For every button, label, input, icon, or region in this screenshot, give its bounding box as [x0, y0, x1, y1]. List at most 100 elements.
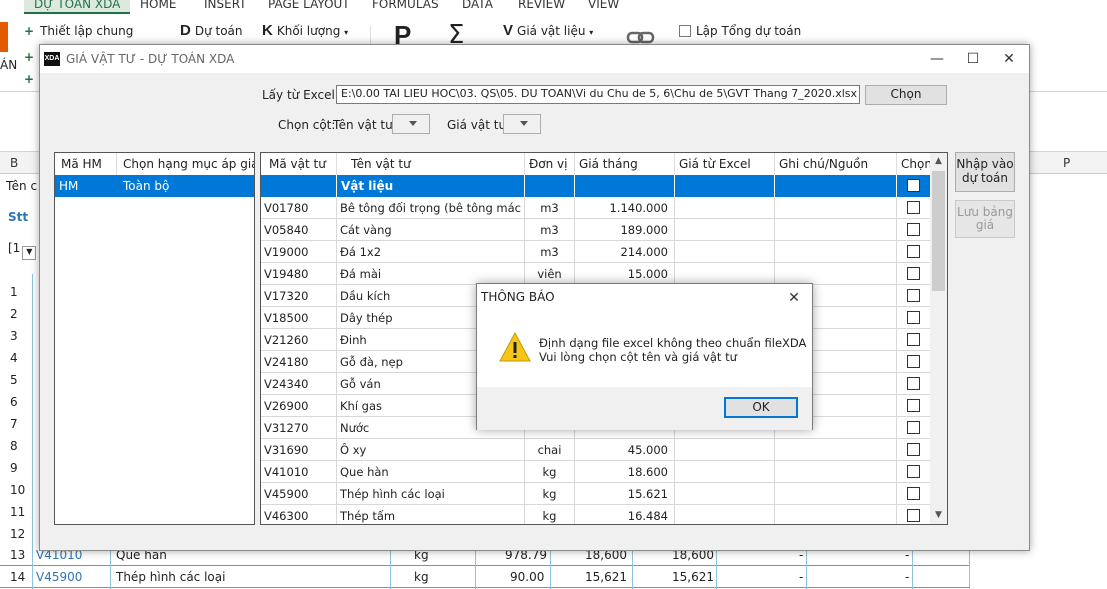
ok-button[interactable]: OK — [724, 397, 798, 418]
select-checkbox[interactable] — [907, 487, 920, 500]
select-cell[interactable] — [897, 285, 931, 307]
save-price-list-button[interactable]: Lưu bảng giá — [955, 200, 1015, 238]
select-checkbox[interactable] — [907, 289, 920, 302]
select-checkbox[interactable] — [907, 201, 920, 214]
grid-cell — [775, 263, 897, 285]
tab-formulas[interactable]: FORMULAS — [372, 0, 439, 11]
select-checkbox[interactable] — [907, 245, 920, 258]
grid-cell: Đá 1x2 — [337, 241, 525, 263]
group-label: Vật liệu — [341, 179, 394, 193]
tab-review[interactable]: REVIEW — [518, 0, 565, 11]
tab-view[interactable]: VIEW — [588, 0, 619, 11]
close-icon[interactable]: ✕ — [991, 48, 1027, 70]
checkbox-icon — [679, 25, 691, 37]
grid-cell — [675, 219, 775, 241]
select-cell[interactable] — [897, 263, 931, 285]
column-header-ten-vat-tu[interactable]: Tên vật tư — [337, 153, 525, 175]
select-cell[interactable] — [897, 241, 931, 263]
select-checkbox[interactable] — [907, 311, 920, 324]
close-icon[interactable]: ✕ — [776, 287, 812, 309]
scroll-down-icon[interactable]: ▼ — [930, 507, 947, 524]
select-checkbox[interactable] — [907, 465, 920, 478]
import-to-estimate-button[interactable]: Nhập vào dự toán — [955, 152, 1015, 192]
select-checkbox[interactable] — [907, 421, 920, 434]
select-checkbox[interactable] — [907, 333, 920, 346]
table-row[interactable]: 14 V45900 Thép hình các loại kg 90.00 15… — [0, 566, 970, 588]
select-cell[interactable] — [897, 219, 931, 241]
material-name-label: Tên vật tư: — [333, 118, 397, 132]
material-price-select[interactable] — [503, 114, 541, 134]
select-cell[interactable] — [897, 417, 931, 439]
scroll-thumb[interactable] — [932, 171, 945, 291]
plus-icon: + — [24, 50, 35, 64]
select-checkbox[interactable] — [907, 267, 920, 280]
tab-home[interactable]: HOME — [140, 0, 176, 11]
column-header-gia-tu-excel[interactable]: Giá từ Excel — [675, 153, 775, 175]
select-cell[interactable] — [897, 439, 931, 461]
notification-body: Định dạng file excel không theo chuẩn fi… — [477, 312, 812, 387]
thiet-lap-chung-button[interactable]: + Thiết lập chung — [24, 24, 133, 38]
grid-cell: Que hàn — [337, 461, 525, 483]
material-name-select[interactable] — [392, 114, 430, 134]
grid-cell: kg — [525, 483, 575, 505]
choose-column-label: Chọn cột: — [278, 118, 336, 132]
select-cell[interactable] — [897, 461, 931, 483]
select-cell[interactable] — [897, 351, 931, 373]
scroll-up-icon[interactable]: ▲ — [930, 153, 947, 170]
grid-cell — [675, 197, 775, 219]
d-icon: D — [180, 22, 191, 39]
column-header-b: B — [10, 156, 19, 170]
column-header-don-vi[interactable]: Đơn vị — [525, 153, 575, 175]
gia-vat-lieu-button[interactable]: V Giá vật liệu ▾ — [503, 22, 593, 39]
grid-cell: 1.140.000 — [575, 197, 675, 219]
select-checkbox[interactable] — [907, 179, 920, 192]
column-header-ma-hm[interactable]: Mã HM — [55, 153, 117, 175]
select-cell[interactable] — [897, 505, 931, 524]
row-number: 6 — [10, 395, 18, 409]
select-checkbox[interactable] — [907, 443, 920, 456]
select-cell[interactable] — [897, 307, 931, 329]
dialog-title-bar[interactable]: XDA GIÁ VẬT TƯ - DỰ TOÁN XDA — ☐ ✕ — [40, 45, 1029, 73]
select-cell[interactable] — [897, 329, 931, 351]
lap-tong-du-toan-checkbox[interactable]: Lập Tổng dự toán — [679, 24, 801, 38]
select-cell[interactable] — [897, 483, 931, 505]
khoi-luong-button[interactable]: K Khối lượng ▾ — [262, 22, 348, 39]
column-header-ma-vat-tu[interactable]: Mã vật tư — [261, 153, 337, 175]
grid-cell — [775, 197, 897, 219]
select-checkbox[interactable] — [907, 399, 920, 412]
column-header-chon-hang-muc[interactable]: Chọn hạng mục áp giá — [117, 153, 254, 175]
row-number: 9 — [10, 461, 18, 475]
select-checkbox[interactable] — [907, 377, 920, 390]
select-cell[interactable] — [897, 197, 931, 219]
group-row-vat-lieu[interactable]: Vật liệu — [261, 175, 931, 197]
column-header-p: P — [1063, 156, 1071, 170]
minimize-icon[interactable]: — — [919, 48, 955, 70]
select-checkbox[interactable] — [907, 355, 920, 368]
excel-path-input[interactable]: E:\0.00 TAI LIEU HOC\03. QS\05. DU TOAN\… — [336, 85, 860, 104]
column-header-ghi-chu-nguon[interactable]: Ghi chú/Nguồn — [775, 153, 897, 175]
du-toan-button[interactable]: D Dự toán — [180, 22, 243, 39]
grid-cell — [675, 461, 775, 483]
select-cell[interactable] — [897, 395, 931, 417]
tab-insert[interactable]: INSERT — [204, 0, 247, 11]
grid-cell: 189.000 — [575, 219, 675, 241]
tab-data[interactable]: DATA — [462, 0, 493, 11]
row-number: 4 — [10, 351, 18, 365]
category-row-selected[interactable]: HM Toàn bộ — [55, 175, 254, 197]
cell-filter[interactable]: [1 ▼ — [8, 241, 37, 260]
choose-file-button[interactable]: Chọn — [865, 85, 947, 105]
maximize-icon[interactable]: ☐ — [955, 48, 991, 70]
notification-title-bar[interactable]: THÔNG BÁO ✕ — [477, 284, 812, 312]
grid-cell — [775, 461, 897, 483]
select-checkbox[interactable] — [907, 509, 920, 522]
vertical-scrollbar[interactable]: ▲ ▼ — [930, 153, 947, 524]
select-checkbox[interactable] — [907, 223, 920, 236]
grid-cell — [775, 439, 897, 461]
grid-cell — [775, 241, 897, 263]
column-header-chon[interactable]: Chọn — [897, 153, 932, 175]
tab-page-layout[interactable]: PAGE LAYOUT — [268, 0, 350, 11]
select-cell[interactable] — [897, 373, 931, 395]
row-number: 8 — [10, 439, 18, 453]
tab-du-toan-xda[interactable]: DỰ TOÁN XDA — [24, 0, 131, 14]
column-header-gia-thang[interactable]: Giá tháng — [575, 153, 675, 175]
